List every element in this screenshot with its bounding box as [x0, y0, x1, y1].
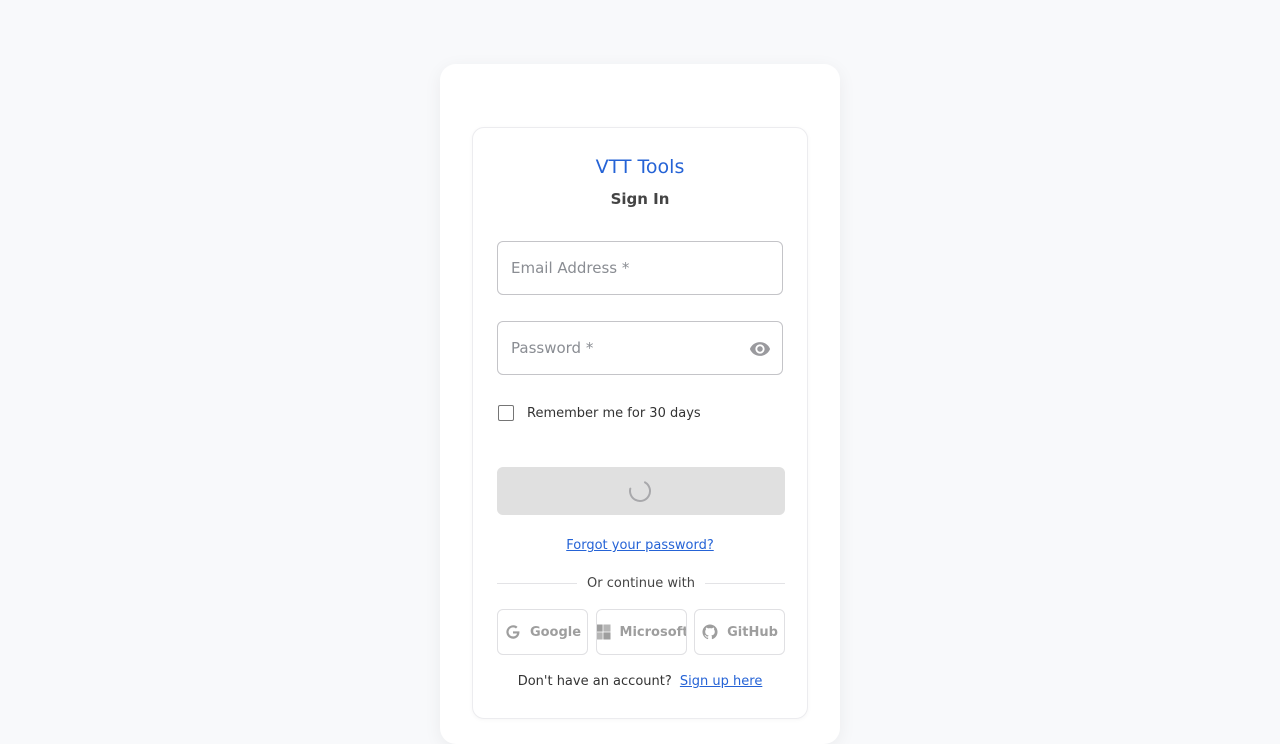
- google-icon: [506, 625, 520, 639]
- signup-link[interactable]: Sign up here: [680, 674, 762, 689]
- social-divider: Or continue with: [497, 574, 786, 592]
- password-field[interactable]: [498, 322, 782, 374]
- microsoft-login-button[interactable]: Microsoft: [595, 609, 687, 655]
- github-label: GitHub: [727, 624, 778, 640]
- google-login-button[interactable]: Google: [497, 609, 588, 655]
- github-login-button[interactable]: GitHub: [694, 609, 785, 655]
- login-card: VTT Tools Sign In Remember me for 30 day…: [472, 127, 808, 719]
- remember-me-label[interactable]: Remember me for 30 days: [527, 406, 701, 421]
- microsoft-label: Microsoft: [619, 624, 687, 640]
- remember-me-checkbox[interactable]: [498, 405, 514, 421]
- signup-row: Don't have an account? Sign up here: [473, 674, 807, 689]
- password-field-container: [497, 321, 783, 375]
- github-icon: [702, 624, 718, 640]
- email-field-container: [497, 241, 783, 295]
- sign-in-button[interactable]: [497, 467, 785, 515]
- page-title: Sign In: [610, 190, 670, 208]
- google-label: Google: [529, 624, 582, 640]
- show-password-icon[interactable]: [748, 338, 772, 360]
- divider-line-left: [497, 582, 578, 584]
- auth-panel: VTT Tools Sign In Remember me for 30 day…: [440, 64, 840, 744]
- forgot-password-row: Forgot your password?: [473, 538, 807, 553]
- brand-title: VTT Tools: [595, 156, 685, 178]
- remember-me-row: Remember me for 30 days: [497, 405, 701, 421]
- microsoft-icon: [596, 624, 611, 640]
- forgot-password-link[interactable]: Forgot your password?: [566, 538, 714, 553]
- divider-line-right: [704, 582, 786, 584]
- signup-prompt: Don't have an account?: [517, 674, 672, 689]
- divider-text: Or continue with: [587, 575, 695, 591]
- email-field[interactable]: [498, 242, 782, 294]
- loading-spinner-icon: [629, 480, 651, 502]
- social-login-buttons: Google Microsoft GitHub: [497, 609, 785, 655]
